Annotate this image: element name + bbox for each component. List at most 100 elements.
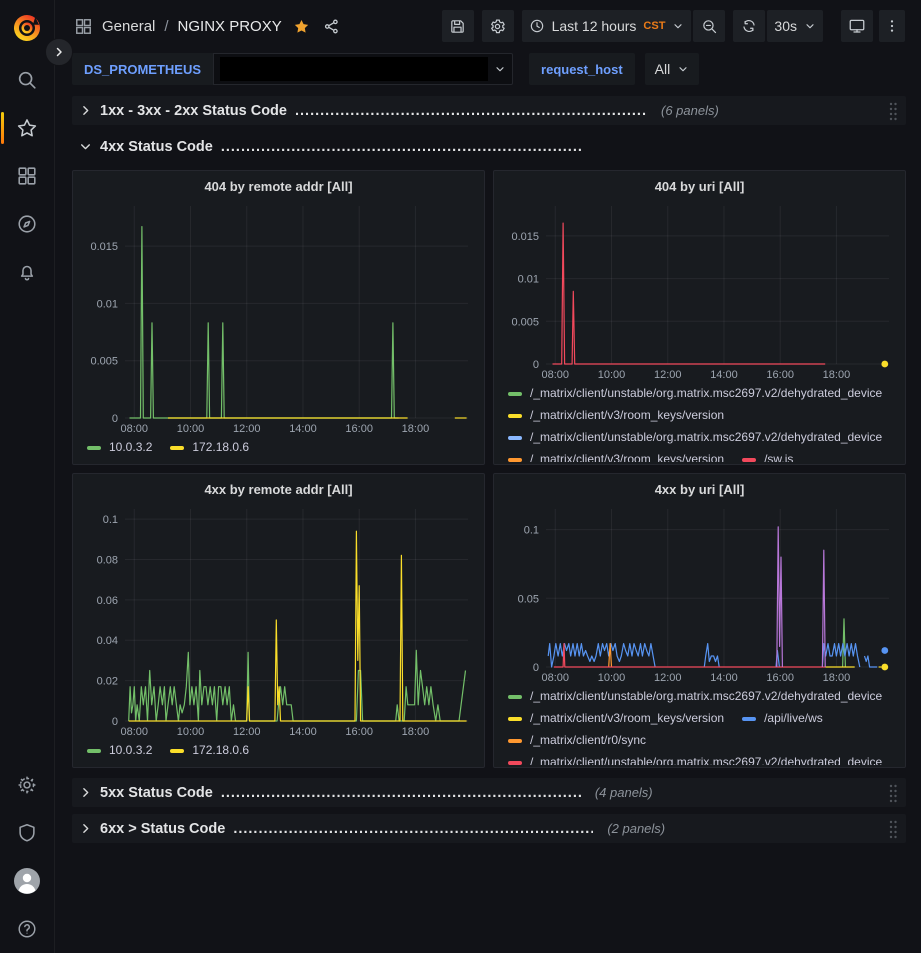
- avatar: [13, 867, 41, 895]
- sidebar-expand-button[interactable]: [45, 38, 73, 66]
- zoom-out-time-button[interactable]: [693, 10, 725, 42]
- svg-text:16:00: 16:00: [345, 423, 373, 435]
- row-header-6xx[interactable]: 6xx > Status Code ......................…: [72, 814, 906, 843]
- timeseries-chart[interactable]: 08:0010:0012:0014:0016:0018:0000.0050.01…: [502, 198, 897, 382]
- row-header-1xx-3xx-2xx[interactable]: 1xx - 3xx - 2xx Status Code ............…: [72, 96, 906, 125]
- sidebar-item-profile[interactable]: [0, 857, 54, 905]
- row-title-dots: ........................................…: [233, 821, 593, 837]
- svg-text:08:00: 08:00: [542, 369, 570, 381]
- legend-item[interactable]: /_matrix/client/unstable/org.matrix.msc2…: [508, 429, 882, 446]
- timeseries-chart[interactable]: 08:0010:0012:0014:0016:0018:0000.050.1: [502, 501, 897, 685]
- sidebar-item-configuration[interactable]: [0, 761, 54, 809]
- legend-label: /api/live/ws: [764, 710, 823, 727]
- panel-title[interactable]: 404 by uri [All]: [502, 176, 897, 198]
- dashboard-settings-button[interactable]: [482, 10, 514, 42]
- variable-label-ds-prometheus[interactable]: DS_PROMETHEUS: [72, 53, 213, 85]
- row-header-5xx[interactable]: 5xx Status Code ........................…: [72, 778, 906, 807]
- chevron-down-icon: [79, 140, 92, 153]
- legend-item[interactable]: 10.0.3.2: [87, 742, 152, 759]
- row-title-dots: ........................................…: [221, 139, 581, 155]
- panel-title[interactable]: 404 by remote addr [All]: [81, 176, 476, 198]
- favorite-star-button[interactable]: [291, 16, 312, 37]
- chevron-right-icon: [79, 822, 92, 835]
- legend-label: /_matrix/client/unstable/org.matrix.msc2…: [530, 429, 882, 446]
- legend-swatch: [742, 717, 756, 721]
- svg-text:08:00: 08:00: [542, 672, 570, 684]
- svg-text:18:00: 18:00: [402, 726, 430, 738]
- legend-item[interactable]: /_matrix/client/v3/room_keys/version: [508, 710, 724, 727]
- svg-text:10:00: 10:00: [177, 726, 205, 738]
- sidebar-spacer: [0, 296, 54, 761]
- legend-swatch: [508, 717, 522, 721]
- time-picker-button[interactable]: Last 12 hours CST: [522, 10, 692, 42]
- panel-title[interactable]: 4xx by uri [All]: [502, 479, 897, 501]
- variable-value-ds-prometheus[interactable]: [213, 53, 513, 85]
- legend-item[interactable]: 172.18.0.6: [170, 439, 249, 456]
- sidebar-item-help[interactable]: [0, 905, 54, 953]
- legend-swatch: [508, 739, 522, 743]
- save-dashboard-button[interactable]: [442, 10, 474, 42]
- dashboard-toolbar: Last 12 hours CST: [442, 10, 905, 42]
- breadcrumb: General / NGINX PROXY: [74, 16, 342, 37]
- svg-text:12:00: 12:00: [233, 726, 261, 738]
- sidebar-item-explore[interactable]: [0, 200, 54, 248]
- timeseries-chart[interactable]: 08:0010:0012:0014:0016:0018:0000.020.040…: [81, 501, 476, 739]
- refresh-button[interactable]: [733, 10, 765, 42]
- svg-text:14:00: 14:00: [710, 672, 738, 684]
- row-header-4xx[interactable]: 4xx Status Code ........................…: [72, 132, 906, 161]
- legend-item[interactable]: /_matrix/client/v3/room_keys/version: [508, 407, 724, 424]
- breadcrumb-separator: /: [164, 18, 168, 35]
- svg-text:0.01: 0.01: [97, 298, 118, 310]
- sidebar-item-server-admin[interactable]: [0, 809, 54, 857]
- svg-text:18:00: 18:00: [402, 423, 430, 435]
- legend-swatch: [508, 436, 522, 440]
- time-picker-group: Last 12 hours CST: [522, 10, 726, 42]
- panel-title[interactable]: 4xx by remote addr [All]: [81, 479, 476, 501]
- legend-item[interactable]: /_matrix/client/unstable/org.matrix.msc2…: [508, 754, 882, 765]
- variable-label-request-host[interactable]: request_host: [529, 53, 635, 85]
- topbar: General / NGINX PROXY: [55, 0, 921, 52]
- row-title: 6xx > Status Code: [100, 821, 225, 837]
- timeseries-chart[interactable]: 08:0010:0012:0014:0016:0018:0000.0050.01…: [81, 198, 476, 436]
- legend-item[interactable]: 10.0.3.2: [87, 439, 152, 456]
- row-drag-handle[interactable]: [887, 781, 899, 805]
- legend-item[interactable]: /_matrix/client/unstable/org.matrix.msc2…: [508, 688, 882, 705]
- legend-swatch: [508, 761, 522, 765]
- legend-item[interactable]: /_matrix/client/unstable/org.matrix.msc2…: [508, 385, 882, 402]
- sidebar-item-dashboards[interactable]: [0, 152, 54, 200]
- variables-submenu: DS_PROMETHEUS request_host All: [55, 52, 921, 92]
- row-drag-handle[interactable]: [887, 817, 899, 841]
- more-options-button[interactable]: [879, 10, 905, 42]
- variable-value-request-host[interactable]: All: [645, 53, 700, 85]
- legend-label: /_matrix/client/unstable/org.matrix.msc2…: [530, 754, 882, 765]
- sidebar-item-search[interactable]: [0, 56, 54, 104]
- svg-text:0.02: 0.02: [97, 676, 118, 688]
- chevron-right-icon: [79, 104, 92, 117]
- breadcrumb-section[interactable]: General: [102, 18, 155, 35]
- share-button[interactable]: [321, 16, 342, 37]
- legend-item[interactable]: /sw.js: [742, 451, 793, 462]
- row-drag-handle[interactable]: [887, 99, 899, 123]
- drag-dots-icon: [887, 99, 899, 123]
- drag-dots-icon: [887, 781, 899, 805]
- cycle-view-mode-button[interactable]: [841, 10, 873, 42]
- gear-icon: [16, 774, 38, 796]
- legend-item[interactable]: 172.18.0.6: [170, 742, 249, 759]
- legend-swatch: [508, 458, 522, 462]
- refresh-interval-button[interactable]: 30s: [767, 10, 823, 42]
- redacted-value: [220, 57, 488, 81]
- svg-text:12:00: 12:00: [654, 672, 682, 684]
- legend-swatch: [87, 749, 101, 753]
- svg-text:0.015: 0.015: [90, 241, 118, 253]
- chevron-down-icon: [804, 20, 816, 32]
- legend-item[interactable]: /_matrix/client/v3/room_keys/version: [508, 451, 724, 462]
- chevron-right-icon: [53, 46, 65, 58]
- legend-item[interactable]: /api/live/ws: [742, 710, 823, 727]
- legend-label: /_matrix/client/v3/room_keys/version: [530, 407, 724, 424]
- sidebar: [0, 0, 55, 953]
- sidebar-item-starred[interactable]: [0, 104, 54, 152]
- row-panel-count: (4 panels): [595, 785, 653, 800]
- legend-item[interactable]: /_matrix/client/r0/sync: [508, 732, 646, 749]
- share-icon: [323, 18, 340, 35]
- sidebar-item-alerting[interactable]: [0, 248, 54, 296]
